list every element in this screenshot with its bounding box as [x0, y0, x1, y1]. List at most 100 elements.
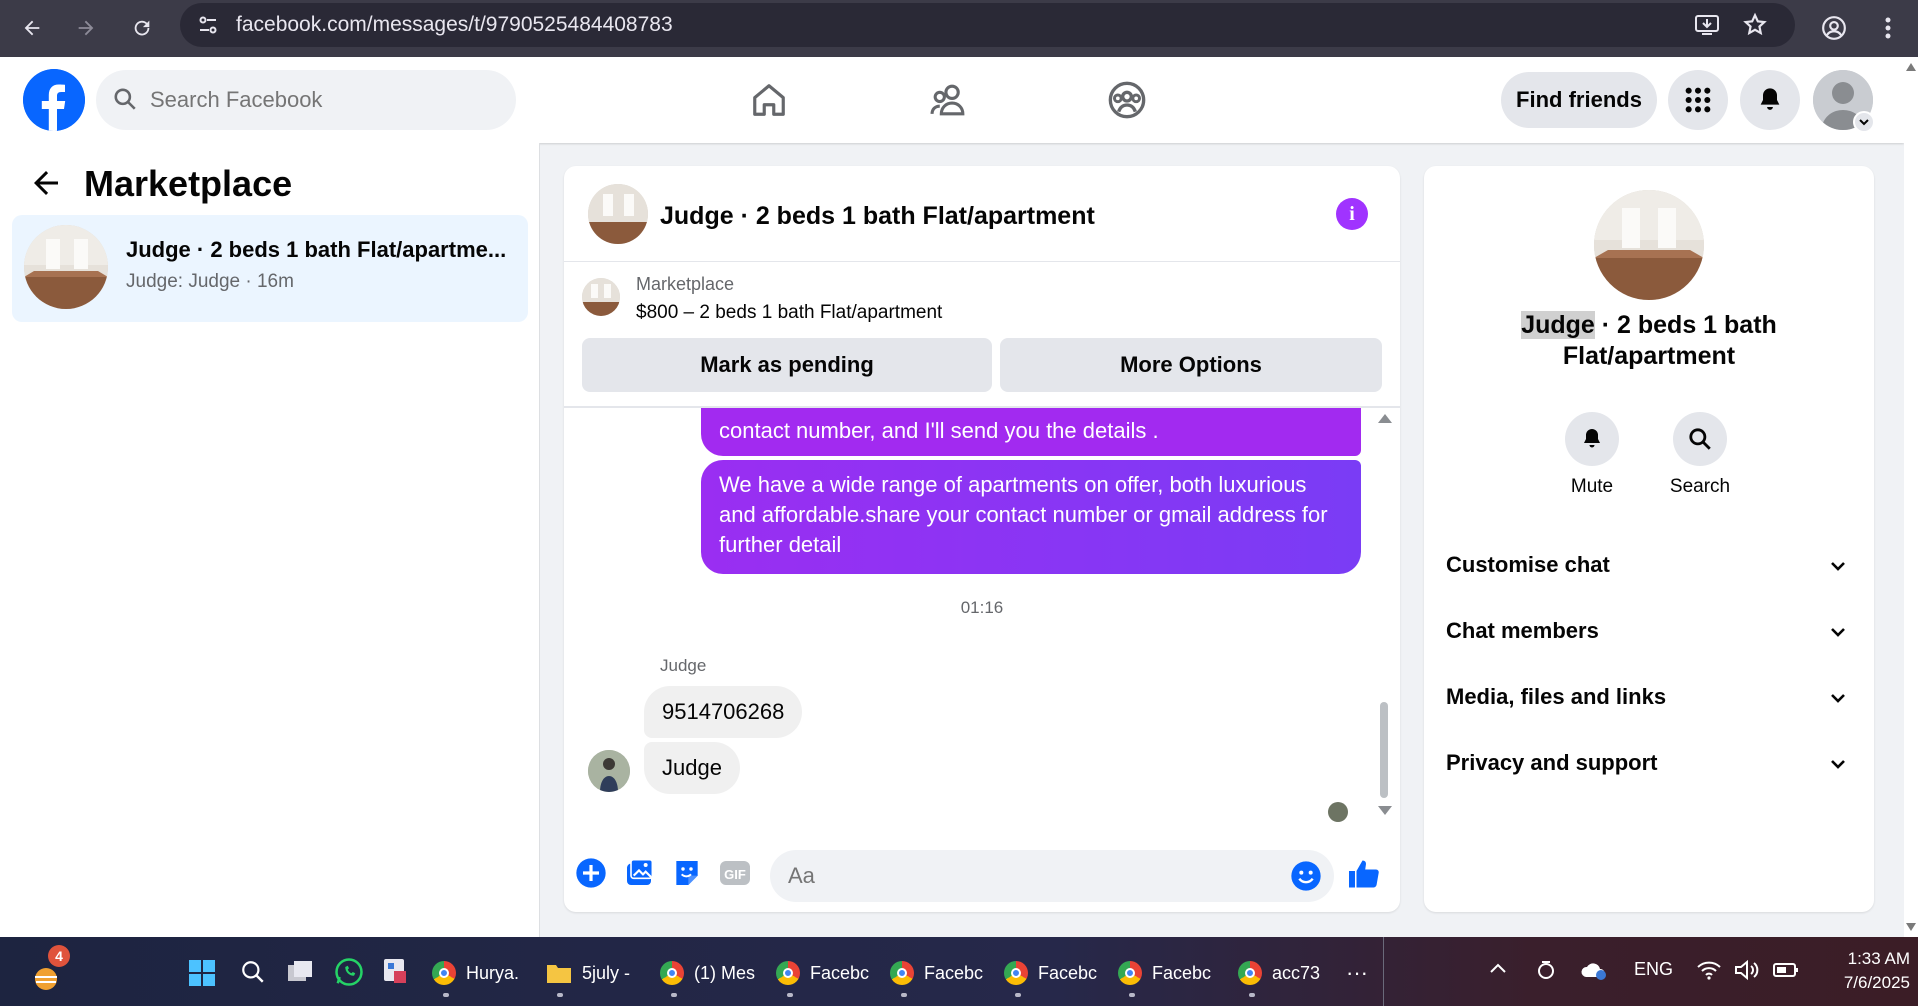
taskbar-more-button[interactable]: ··· [1346, 955, 1368, 991]
task-view-icon[interactable] [286, 959, 314, 990]
section-label: Customise chat [1446, 552, 1610, 577]
battery-icon[interactable] [1772, 959, 1800, 986]
menu-grid-icon[interactable] [1668, 70, 1728, 130]
windows-start-icon[interactable] [188, 959, 216, 992]
find-friends-button[interactable]: Find friends [1501, 72, 1657, 128]
clock-time: 1:33 AM [1847, 949, 1910, 968]
chat-scrollbar[interactable] [1380, 702, 1388, 798]
conversation-list-item[interactable]: Judge · 2 beds 1 bath Flat/apartme... Ju… [12, 215, 528, 322]
gif-icon[interactable]: GIF [718, 856, 752, 890]
page-scrollbar[interactable] [1904, 57, 1918, 937]
chat-members-section[interactable]: Chat members [1424, 604, 1874, 660]
taskbar-search-icon[interactable] [240, 959, 266, 990]
facebook-search[interactable] [96, 70, 516, 130]
taskbar-app-folder[interactable]: 5july - [546, 955, 630, 991]
volume-icon[interactable] [1734, 959, 1762, 986]
thumbs-up-icon[interactable] [1346, 856, 1382, 897]
sender-avatar[interactable] [588, 750, 630, 792]
taskbar-app-chrome[interactable]: (1) Mes [660, 955, 755, 991]
listing-source-label: Marketplace [636, 274, 735, 294]
taskbar-app-label: Facebc [810, 962, 870, 983]
scroll-down-arrow-icon[interactable] [1378, 806, 1392, 815]
mark-as-pending-button[interactable]: Mark as pending [582, 338, 992, 392]
running-indicator [557, 993, 563, 997]
onedrive-icon[interactable] [1580, 959, 1608, 986]
chevron-down-icon[interactable] [1853, 111, 1875, 133]
listing-thumbnail [24, 225, 108, 309]
outgoing-message: contact number, and I'll send you the de… [701, 408, 1361, 456]
photo-icon[interactable] [622, 856, 656, 890]
back-arrow-icon[interactable] [28, 165, 64, 206]
plus-circle-icon[interactable] [574, 856, 608, 890]
search-icon [1673, 412, 1727, 466]
incoming-message: 9514706268 [644, 686, 803, 738]
message-composer: GIF [564, 838, 1400, 912]
wifi-icon[interactable] [1696, 959, 1722, 986]
sticker-icon[interactable] [670, 856, 704, 890]
mute-bell-icon [1565, 412, 1619, 466]
facebook-logo-icon[interactable] [23, 69, 85, 131]
listing-summary[interactable]: Marketplace $800 – 2 beds 1 bath Flat/ap… [564, 262, 1400, 334]
groups-icon[interactable] [1102, 75, 1152, 125]
scroll-up-arrow-icon[interactable] [1378, 414, 1392, 423]
search-label: Search [1669, 476, 1731, 497]
browser-toolbar: facebook.com/messages/t/9790525484408783 [0, 0, 1918, 57]
browser-menu-icon[interactable] [1870, 10, 1906, 46]
incoming-message: Judge [644, 742, 740, 794]
taskbar-app-label: Facebc [924, 962, 984, 983]
tray-sync-icon[interactable] [1535, 959, 1557, 986]
tray-chevron-up-icon[interactable] [1488, 959, 1508, 984]
taskbar-app-chrome[interactable]: Facebc [1118, 955, 1211, 991]
customise-chat-section[interactable]: Customise chat [1424, 538, 1874, 594]
chevron-down-icon [1828, 688, 1848, 713]
running-indicator [787, 993, 793, 997]
mute-button[interactable]: Mute [1552, 412, 1632, 498]
search-in-chat-button[interactable]: Search [1660, 412, 1740, 498]
more-options-button[interactable]: More Options [1000, 338, 1382, 392]
info-icon[interactable]: i [1336, 198, 1368, 230]
running-indicator [1129, 993, 1135, 997]
listing-thumbnail[interactable] [1594, 190, 1704, 300]
info-title-rest: · 2 beds 1 bath Flat/apartment [1562, 311, 1777, 370]
snipping-tool-icon[interactable] [382, 957, 410, 992]
read-receipt-avatar [1328, 802, 1348, 822]
browser-profile-icon[interactable] [1816, 10, 1852, 46]
site-info-icon[interactable] [196, 13, 220, 42]
message-input[interactable] [770, 850, 1334, 902]
address-bar[interactable]: facebook.com/messages/t/9790525484408783 [180, 3, 1795, 47]
taskbar-app-chrome[interactable]: acc73 [1238, 955, 1320, 991]
taskbar-app-chrome[interactable]: Facebc [1004, 955, 1097, 991]
install-app-icon[interactable] [1694, 13, 1720, 42]
search-input[interactable] [150, 70, 490, 130]
clock-date: 7/6/2025 [1843, 973, 1910, 992]
media-files-links-section[interactable]: Media, files and links [1424, 670, 1874, 726]
highlighted-name: Judge [1521, 311, 1595, 339]
whatsapp-icon[interactable] [334, 957, 364, 992]
conversation-sidebar: Marketplace Judge · 2 beds 1 bath Flat/a… [0, 143, 540, 937]
system-clock[interactable]: 1:33 AM 7/6/2025 [1816, 947, 1910, 995]
back-icon[interactable] [14, 10, 50, 46]
forward-icon[interactable] [68, 10, 104, 46]
language-indicator[interactable]: ENG [1634, 959, 1673, 980]
notifications-bell-icon[interactable] [1740, 70, 1800, 130]
chevron-down-icon [1828, 754, 1848, 779]
listing-thumbnail[interactable] [588, 184, 648, 244]
sidebar-title: Marketplace [84, 163, 293, 204]
home-icon[interactable] [744, 75, 794, 125]
message-timestamp: 01:16 [960, 598, 1004, 617]
sender-name: Judge [660, 656, 707, 675]
chat-title[interactable]: Judge · 2 beds 1 bath Flat/apartment [660, 202, 1095, 231]
privacy-support-section[interactable]: Privacy and support [1424, 736, 1874, 792]
chevron-down-icon [1828, 556, 1848, 581]
taskbar-app-chrome[interactable]: Facebc [776, 955, 869, 991]
notification-badge: 4 [48, 945, 70, 967]
taskbar-app-chrome[interactable]: Hurya. [432, 955, 519, 991]
mute-label: Mute [1570, 476, 1614, 497]
bookmark-star-icon[interactable] [1742, 12, 1768, 43]
friends-icon[interactable] [924, 75, 974, 125]
conversation-info-panel: Judge · 2 beds 1 bath Flat/apartment Mut… [1424, 166, 1874, 912]
taskbar-app-chrome[interactable]: Facebc [890, 955, 983, 991]
message-list: contact number, and I'll send you the de… [564, 408, 1400, 828]
emoji-icon[interactable] [1290, 860, 1322, 897]
reload-icon[interactable] [124, 10, 160, 46]
